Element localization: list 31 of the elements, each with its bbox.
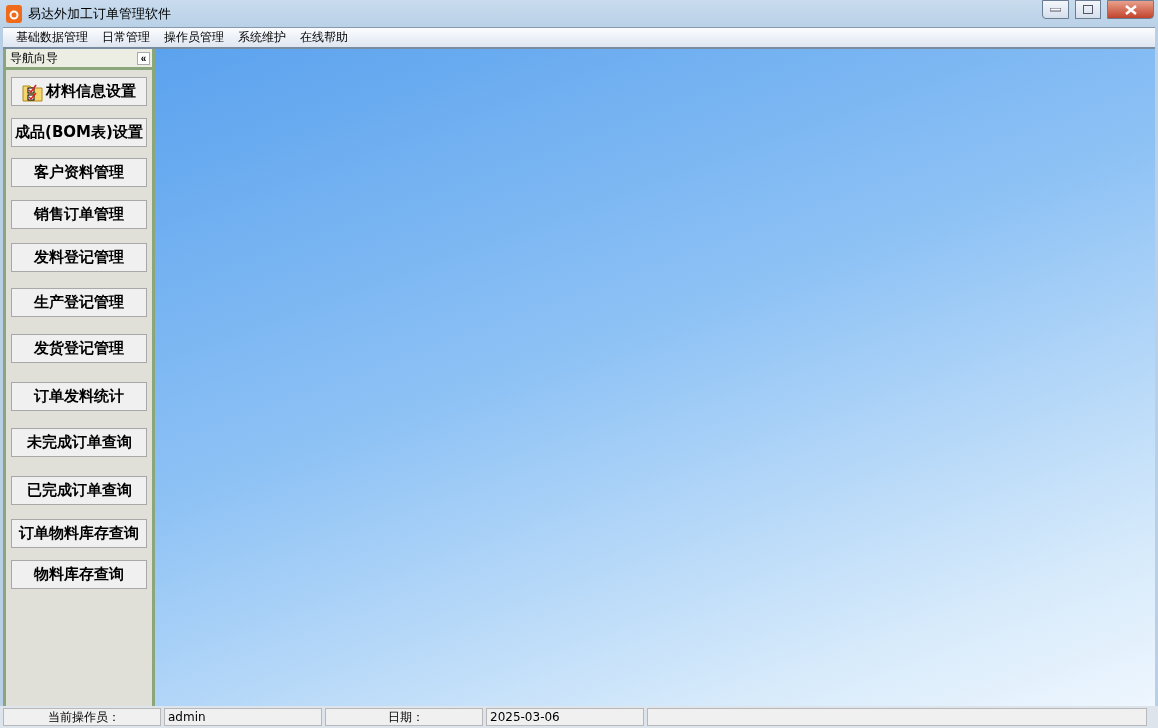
maximize-button[interactable] [1075, 0, 1101, 19]
status-cell: 当前操作员： [3, 708, 161, 726]
nav-button[interactable]: 发料登记管理 [11, 243, 147, 272]
nav-button[interactable]: 客户资料管理 [11, 158, 147, 187]
menu-item[interactable]: 操作员管理 [157, 29, 231, 46]
nav-button[interactable]: 未完成订单查询 [11, 428, 147, 457]
nav-button[interactable]: 发货登记管理 [11, 334, 147, 363]
menu-item[interactable]: 日常管理 [95, 29, 157, 46]
nav-button[interactable]: 物料库存查询 [11, 560, 147, 589]
nav-button[interactable]: 成品(BOM表)设置 [11, 118, 147, 147]
menu-item[interactable]: 基础数据管理 [9, 29, 95, 46]
close-icon [1124, 4, 1137, 15]
nav-button[interactable]: 订单物料库存查询 [11, 519, 147, 548]
close-button[interactable] [1107, 0, 1154, 19]
nav-button[interactable]: 订单发料统计 [11, 382, 147, 411]
menu-item[interactable]: 系统维护 [231, 29, 293, 46]
window-title: 易达外加工订单管理软件 [28, 4, 172, 23]
nav-button[interactable]: 已完成订单查询 [11, 476, 147, 505]
status-cell: 2025-03-06 [486, 708, 644, 726]
nav-button[interactable]: 生产登记管理 [11, 288, 147, 317]
maximize-icon [1083, 5, 1093, 14]
minimize-icon [1050, 7, 1061, 12]
status-cell: 日期： [325, 708, 483, 726]
panel-title: 导航向导 [10, 49, 58, 67]
nav-button[interactable]: 销售订单管理 [11, 200, 147, 229]
minimize-button[interactable] [1042, 0, 1069, 19]
menu-item[interactable]: 在线帮助 [293, 29, 355, 46]
collapse-button[interactable]: « [137, 51, 150, 65]
status-cell: admin [164, 708, 322, 726]
nav-button[interactable]: 材料信息设置 [11, 77, 147, 106]
app-logo-icon [6, 4, 22, 23]
